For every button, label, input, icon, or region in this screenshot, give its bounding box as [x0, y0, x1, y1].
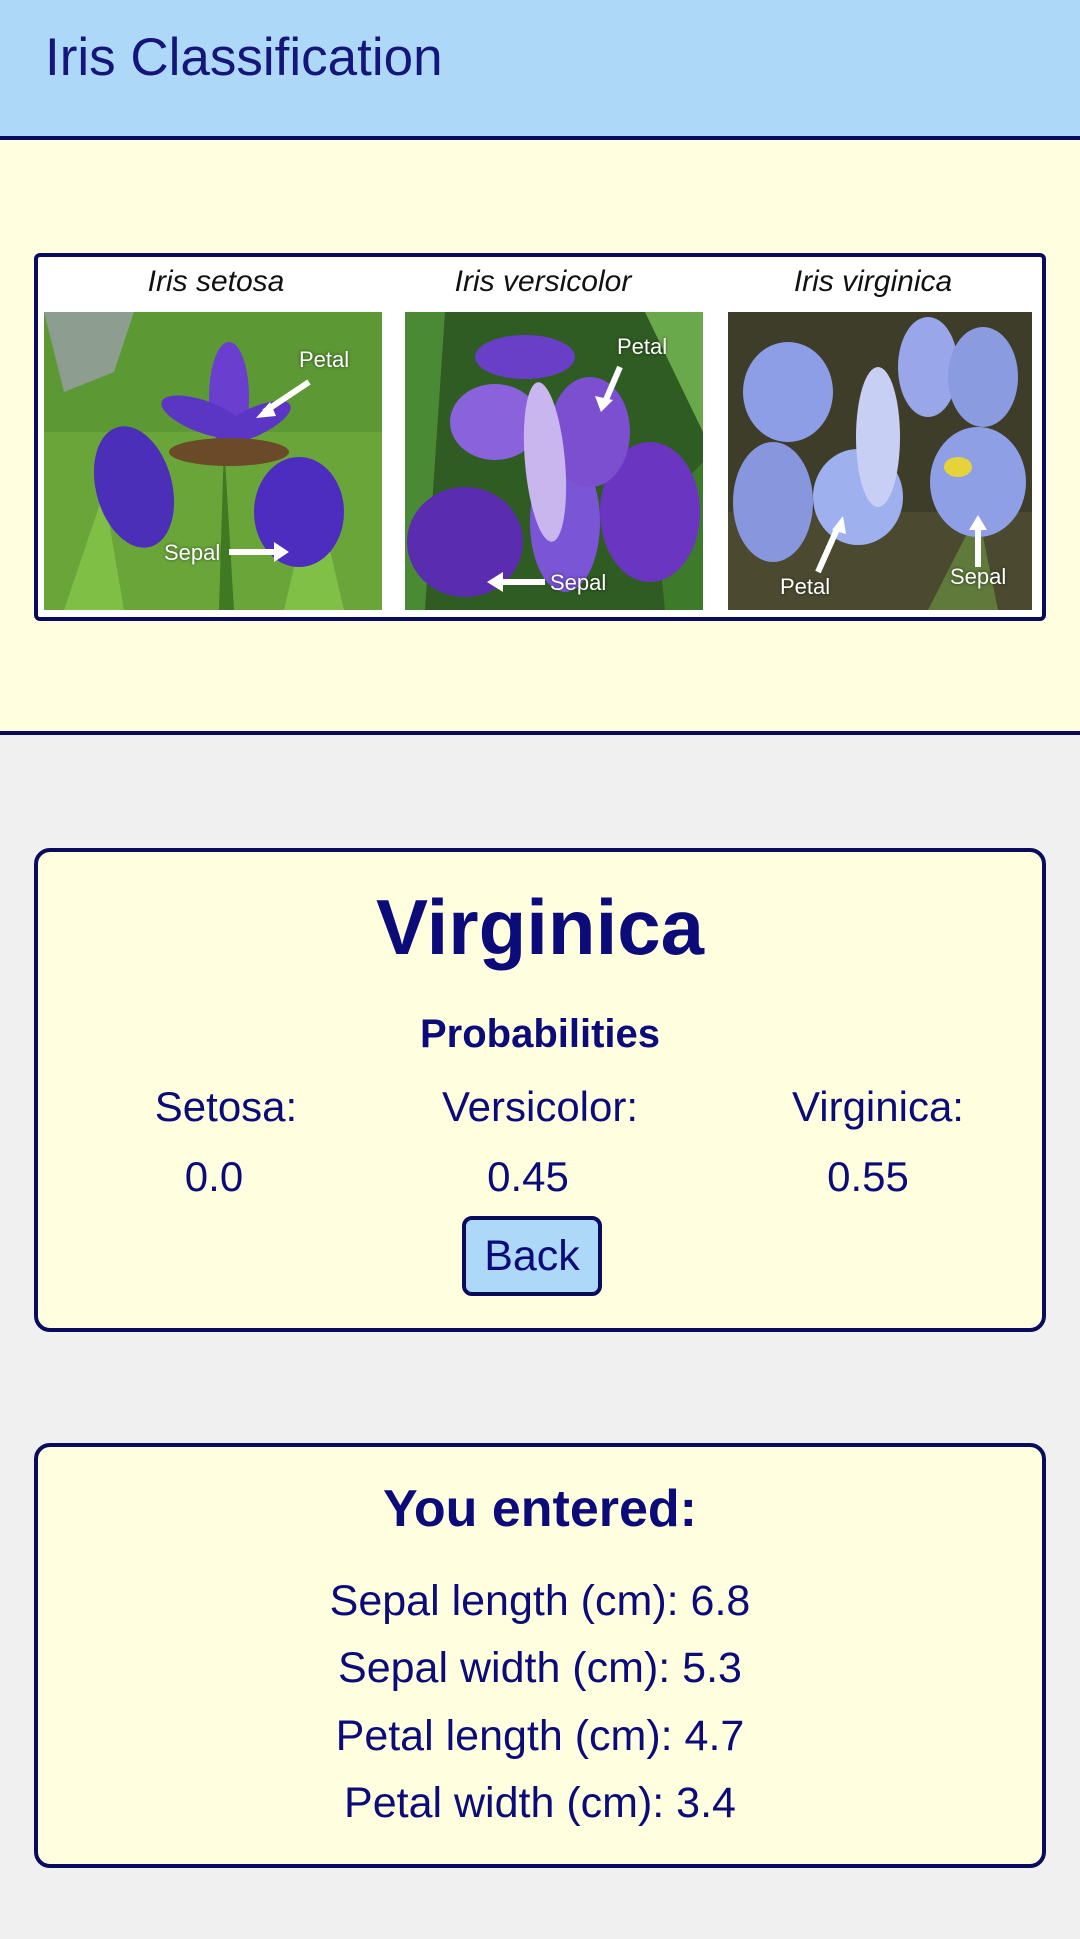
photo-versicolor: Petal Sepal [405, 312, 703, 610]
photo-setosa: Petal Sepal [44, 312, 382, 610]
label-petal-setosa: Petal [299, 347, 350, 372]
entered-values-card: You entered: Sepal length (cm): 6.8 Sepa… [34, 1443, 1046, 1868]
photo-virginica: Petal Sepal [728, 312, 1032, 610]
sepal-length-value: Sepal length (cm): 6.8 [329, 1577, 751, 1625]
label-sepal-virginica: Sepal [950, 564, 1007, 589]
prob-label-versicolor: Versicolor: [441, 1083, 639, 1130]
probabilities-heading: Probabilities [419, 1012, 661, 1056]
prob-value-virginica: 0.55 [827, 1153, 909, 1200]
prob-value-setosa: 0.0 [184, 1153, 244, 1200]
app-title: Iris Classification [45, 28, 443, 87]
iris-species-image: Iris setosa Petal Sepal Iris versicolor … [34, 253, 1046, 621]
caption-virginica: Iris virginica [793, 265, 953, 298]
caption-versicolor: Iris versicolor [454, 265, 632, 298]
prob-label-setosa: Setosa: [154, 1083, 298, 1130]
label-petal-virginica: Petal [780, 574, 831, 599]
back-button[interactable]: Back [462, 1216, 602, 1296]
caption-setosa: Iris setosa [147, 265, 285, 298]
hero-banner: Iris setosa Petal Sepal Iris versicolor … [0, 140, 1080, 735]
entered-heading: You entered: [383, 1480, 697, 1538]
petal-width-value: Petal width (cm): 3.4 [344, 1779, 736, 1827]
sepal-width-value: Sepal width (cm): 5.3 [338, 1644, 742, 1692]
predicted-class: Virginica [375, 883, 705, 971]
prob-value-versicolor: 0.45 [487, 1153, 569, 1200]
petal-length-value: Petal length (cm): 4.7 [335, 1712, 745, 1760]
label-petal-versicolor: Petal [617, 334, 668, 359]
label-sepal-setosa: Sepal [164, 540, 221, 565]
app-header: Iris Classification [0, 0, 1080, 140]
prediction-card: Virginica Probabilities Setosa: 0.0 Vers… [34, 848, 1046, 1332]
prob-label-virginica: Virginica: [792, 1083, 964, 1130]
label-sepal-versicolor: Sepal [550, 570, 607, 595]
